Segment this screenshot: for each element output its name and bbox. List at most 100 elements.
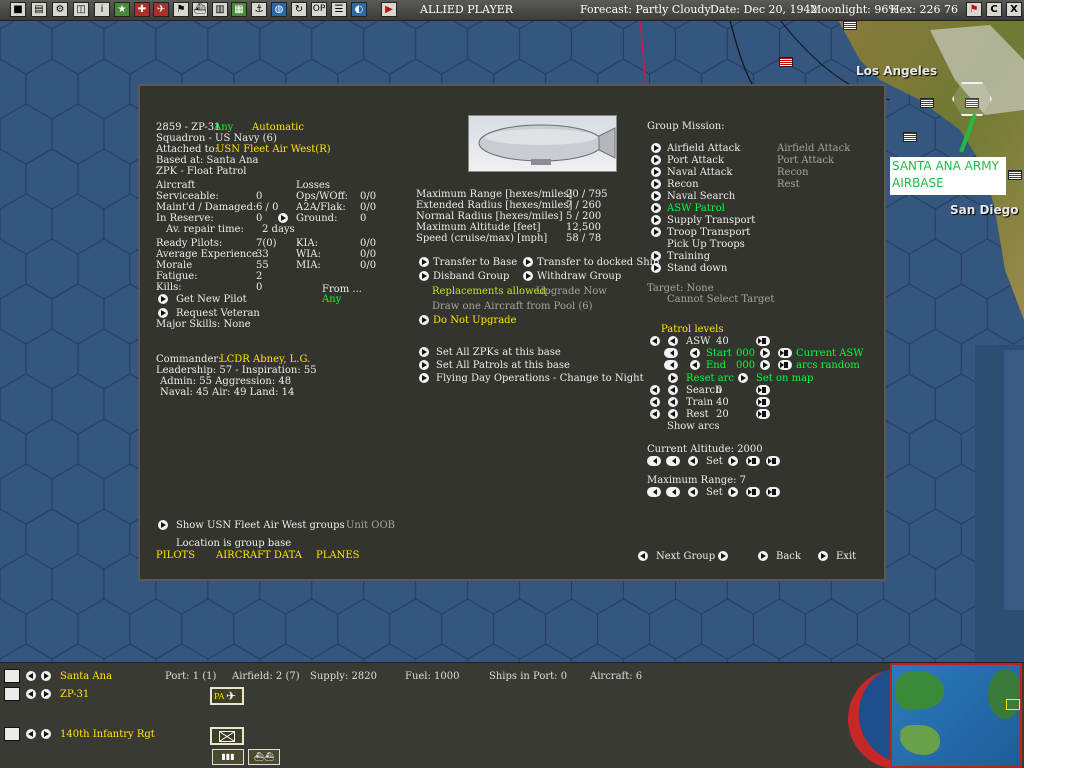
- train-increase-icon[interactable]: [756, 397, 770, 407]
- show-arcs-button[interactable]: Show arcs: [667, 421, 720, 433]
- range-decrease-icon[interactable]: [688, 487, 698, 497]
- tab-pilots[interactable]: PILOTS: [156, 550, 195, 562]
- asw-increase-icon[interactable]: [756, 336, 770, 346]
- mission-arrow-icon[interactable]: [651, 227, 661, 237]
- mission-naval-search[interactable]: Naval Search: [667, 191, 735, 203]
- close-button[interactable]: X: [1006, 2, 1022, 17]
- mission-arrow-icon[interactable]: [651, 263, 661, 273]
- altitude-set-button[interactable]: Set: [706, 456, 723, 468]
- mission-supply-transport[interactable]: Supply Transport: [667, 215, 755, 227]
- air-unit-icon[interactable]: ✈: [153, 2, 169, 17]
- ship-list-icon[interactable]: ⚓: [251, 2, 267, 17]
- transfer-base-button[interactable]: Transfer to Base: [433, 257, 517, 269]
- altitude-increase-icon[interactable]: [728, 456, 738, 466]
- mission-troop-transport[interactable]: Troop Transport: [667, 227, 750, 239]
- mission-asw-patrol[interactable]: ASW Patrol: [667, 203, 725, 215]
- minimap[interactable]: [890, 663, 1022, 768]
- arcs-random-label[interactable]: arcs random: [796, 360, 860, 372]
- group-name[interactable]: ZP-31: [60, 689, 89, 701]
- secondary-rest[interactable]: Rest: [777, 179, 800, 191]
- withdraw-arrow-icon[interactable]: [523, 271, 533, 281]
- start-increase-icon[interactable]: [760, 348, 770, 358]
- rest-decrease-icon[interactable]: [650, 409, 660, 419]
- range-decrease-icon[interactable]: [666, 487, 680, 497]
- mission-pick-up-troops[interactable]: Pick Up Troops: [667, 239, 745, 251]
- mission-arrow-icon[interactable]: [651, 143, 661, 153]
- mission-arrow-icon[interactable]: [651, 203, 661, 213]
- prev-group-icon[interactable]: [638, 551, 648, 561]
- flag-icon[interactable]: [843, 20, 857, 30]
- mission-arrow-icon[interactable]: [651, 179, 661, 189]
- star-icon[interactable]: ★: [114, 2, 130, 17]
- mission-recon[interactable]: Recon: [667, 179, 699, 191]
- withdraw-button[interactable]: Withdraw Group: [537, 271, 621, 283]
- altitude-decrease-icon[interactable]: [688, 456, 698, 466]
- back-arrow-icon[interactable]: [758, 551, 768, 561]
- ground-unit-icon[interactable]: ✚: [134, 2, 150, 17]
- minimap-viewport[interactable]: [1006, 699, 1020, 710]
- asw-decrease-icon[interactable]: [668, 336, 678, 346]
- do-not-upgrade-toggle[interactable]: Do Not Upgrade: [433, 315, 516, 327]
- draw-aircraft-button[interactable]: Draw one Aircraft from Pool (6): [432, 301, 593, 313]
- set-all-zpk-button[interactable]: Set All ZPKs at this base: [436, 347, 561, 359]
- base-name[interactable]: Santa Ana: [60, 671, 112, 683]
- ai-toggle-icon[interactable]: ■: [10, 2, 26, 17]
- end-turn-icon[interactable]: ▶: [381, 2, 397, 17]
- range-increase-icon[interactable]: [746, 487, 760, 497]
- flying-day-button[interactable]: Flying Day Operations - Change to Night: [436, 373, 644, 385]
- exit-button[interactable]: Exit: [836, 551, 856, 563]
- group-icon[interactable]: ◫: [73, 2, 89, 17]
- replacements-toggle[interactable]: Replacements allowed: [432, 286, 546, 298]
- end-increase-icon[interactable]: [778, 360, 792, 370]
- upgrade-now-button[interactable]: Upgrade Now: [536, 286, 607, 298]
- flag-icon[interactable]: ⚑: [173, 2, 189, 17]
- train-decrease-icon[interactable]: [668, 397, 678, 407]
- flag-icon[interactable]: [779, 57, 793, 67]
- start-decrease-icon[interactable]: [664, 348, 678, 358]
- infantry-unit-icon[interactable]: [210, 727, 244, 745]
- set-zpk-arrow-icon[interactable]: [419, 347, 429, 357]
- flag-icon[interactable]: [903, 132, 917, 142]
- altitude-increase-icon[interactable]: [766, 456, 780, 466]
- list-icon[interactable]: ☰: [331, 2, 347, 17]
- op-icon[interactable]: OP: [311, 2, 327, 17]
- set-on-map-arrow-icon[interactable]: [738, 373, 748, 383]
- range-decrease-icon[interactable]: [647, 487, 661, 497]
- mission-training[interactable]: Training: [667, 251, 710, 263]
- show-groups-button[interactable]: Show USN Fleet Air West groups: [176, 520, 345, 532]
- secondary-airfield-attack[interactable]: Airfield Attack: [777, 143, 850, 155]
- ship-list-icon[interactable]: ⛴⛴: [248, 749, 280, 765]
- end-decrease-icon[interactable]: [690, 360, 700, 370]
- pa-unit-badge[interactable]: PA ✈: [210, 687, 244, 705]
- set-on-map-button[interactable]: Set on map: [756, 373, 813, 385]
- c-button[interactable]: C: [986, 2, 1002, 17]
- current-asw-label[interactable]: Current ASW: [796, 348, 864, 360]
- search-increase-icon[interactable]: [756, 385, 770, 395]
- transfer-base-arrow-icon[interactable]: [419, 257, 429, 267]
- chart-icon[interactable]: ▥: [212, 2, 228, 17]
- show-groups-arrow-icon[interactable]: [158, 520, 168, 530]
- globe-icon[interactable]: ◍: [271, 2, 287, 17]
- back-button[interactable]: Back: [776, 551, 801, 563]
- options-icon[interactable]: ⚙: [52, 2, 68, 17]
- next-group-button[interactable]: Next Group: [656, 551, 715, 563]
- next-group-icon[interactable]: [718, 551, 728, 561]
- next-group-icon[interactable]: [41, 689, 51, 699]
- upgrade-arrow-icon[interactable]: [419, 315, 429, 325]
- reserve-arrow-icon[interactable]: [278, 213, 288, 223]
- end-increase-icon[interactable]: [760, 360, 770, 370]
- mission-stand-down[interactable]: Stand down: [667, 263, 727, 275]
- set-all-patrols-button[interactable]: Set All Patrols at this base: [436, 360, 570, 372]
- base-icon[interactable]: [4, 669, 20, 683]
- disband-arrow-icon[interactable]: [419, 271, 429, 281]
- mission-arrow-icon[interactable]: [651, 167, 661, 177]
- flag-icon[interactable]: [1008, 170, 1022, 180]
- replay-icon[interactable]: ↻: [291, 2, 307, 17]
- start-decrease-icon[interactable]: [690, 348, 700, 358]
- mission-naval-attack[interactable]: Naval Attack: [667, 167, 732, 179]
- mission-port-attack[interactable]: Port Attack: [667, 155, 724, 167]
- flag-icon[interactable]: [920, 98, 934, 108]
- asw-decrease-icon[interactable]: [650, 336, 660, 346]
- mission-airfield-attack[interactable]: Airfield Attack: [667, 143, 740, 155]
- ground-unit-icon[interactable]: [4, 727, 20, 741]
